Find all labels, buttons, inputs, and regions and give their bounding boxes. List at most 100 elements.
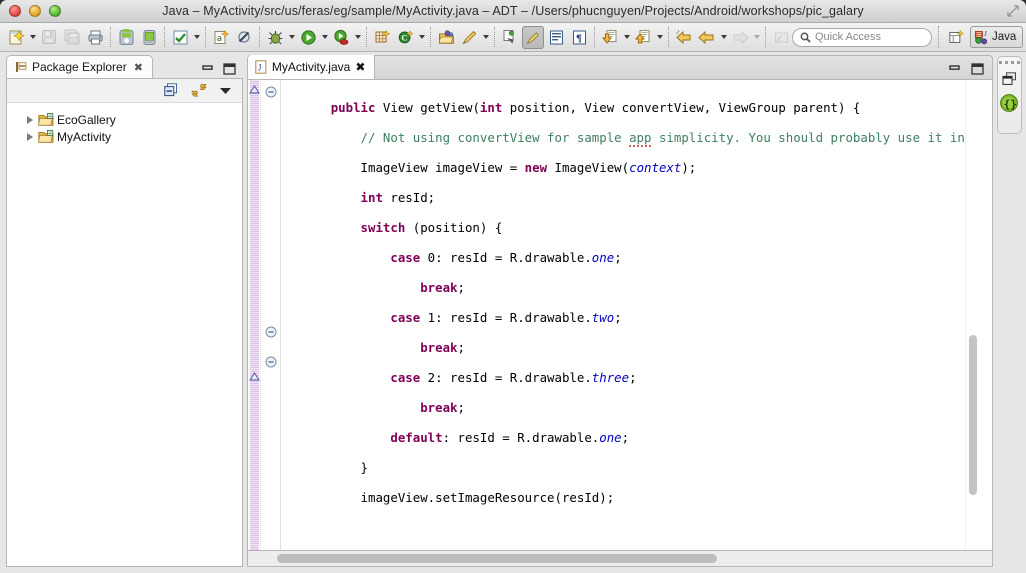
code-line: switch (position) {: [300, 220, 503, 235]
editor-tab-row: J MyActivity.java ✖: [246, 55, 993, 79]
code-line: case 1: resId = R.drawable.two;: [300, 310, 622, 325]
tab-package-explorer-label: Package Explorer: [32, 60, 127, 74]
folding-column[interactable]: [260, 80, 281, 550]
print-icon[interactable]: [84, 26, 106, 49]
view-menu-button[interactable]: [219, 86, 232, 96]
new-android-xml-file-icon[interactable]: a: [210, 26, 232, 49]
toolbar-group-markers: [169, 26, 201, 49]
fold-collapse-icon[interactable]: [265, 325, 277, 338]
close-icon[interactable]: ✖: [355, 60, 365, 74]
package-explorer-toolbar: [7, 79, 242, 103]
debug-icon[interactable]: [264, 26, 286, 49]
new-java-class-dropdown-icon[interactable]: [417, 26, 426, 48]
minimize-view-button[interactable]: [202, 64, 214, 74]
toggle-mark-occurrences-icon[interactable]: [169, 26, 191, 49]
change-ruler[interactable]: [247, 80, 261, 550]
forward-dropdown-icon[interactable]: [752, 26, 761, 48]
run-icon[interactable]: [297, 26, 319, 49]
mark-occurrences-dropdown-icon[interactable]: [192, 26, 201, 48]
source-code-area[interactable]: public View getView(int position, View c…: [280, 80, 965, 550]
title-bar: Java – MyActivity/src/us/feras/eg/sample…: [0, 0, 1026, 23]
svg-text:¶: ¶: [576, 32, 582, 44]
editor-horizontal-scrollbar[interactable]: [246, 551, 993, 567]
save-icon[interactable]: [38, 26, 60, 49]
collapse-up-marker-icon[interactable]: [249, 85, 260, 94]
debug-dropdown-icon[interactable]: [287, 26, 296, 48]
perspective-switcher: J Java: [945, 26, 1026, 49]
toggle-word-wrap-icon[interactable]: ¶: [568, 26, 590, 49]
android-virtual-device-manager-icon[interactable]: [138, 26, 160, 49]
toggle-block-selection-icon[interactable]: [522, 25, 544, 49]
collapse-up-marker-icon[interactable]: [249, 372, 260, 381]
expand-arrow-icon[interactable]: [25, 115, 35, 125]
outline-view-button[interactable]: {}: [999, 93, 1019, 113]
tree-item-ecogallery[interactable]: EcoGallery: [25, 111, 242, 128]
android-sdk-manager-icon[interactable]: [115, 26, 137, 49]
new-java-class-icon[interactable]: C: [394, 26, 416, 49]
skip-all-breakpoints-icon[interactable]: [233, 26, 255, 49]
package-explorer-view: Package Explorer ✖ EcoGallery MyActivity: [6, 55, 243, 567]
tab-myactivity-java[interactable]: J MyActivity.java ✖: [247, 55, 376, 79]
resize-corner-icon[interactable]: [1006, 4, 1020, 18]
workbench: Package Explorer ✖ EcoGallery MyActivity…: [0, 52, 1026, 573]
quick-access-input[interactable]: Quick Access: [792, 27, 932, 47]
toolbar-group-java: C: [371, 26, 426, 49]
search-icon[interactable]: [458, 26, 480, 49]
tree-item-myactivity[interactable]: MyActivity: [25, 128, 242, 145]
application-window: Java – MyActivity/src/us/feras/eg/sample…: [0, 0, 1026, 573]
zoom-button[interactable]: [49, 5, 61, 17]
drag-handle[interactable]: [998, 61, 1020, 64]
minimize-button[interactable]: [29, 5, 41, 17]
close-button[interactable]: [9, 5, 21, 17]
forward-back-icon[interactable]: [696, 26, 718, 49]
previous-annotation-icon[interactable]: [632, 26, 654, 49]
maximize-view-button[interactable]: [223, 63, 236, 75]
minimize-editor-button[interactable]: [949, 64, 961, 74]
code-line: imageView.setImageResource(resId);: [300, 490, 615, 505]
collapse-all-button[interactable]: [164, 83, 179, 98]
open-perspective-icon[interactable]: [945, 26, 967, 49]
overview-ruler[interactable]: [978, 80, 992, 550]
toolbar-group-pin: [770, 26, 792, 49]
run-dropdown-icon[interactable]: [320, 26, 329, 48]
forward-icon[interactable]: [729, 26, 751, 49]
back-icon[interactable]: [673, 26, 695, 49]
fold-collapse-icon[interactable]: [265, 85, 277, 98]
toolbar-group-annotations: [599, 26, 664, 49]
toolbar-group-run: [264, 26, 362, 49]
pin-editor-icon[interactable]: [770, 26, 792, 49]
new-wizard-dropdown-icon[interactable]: [28, 26, 37, 48]
maximize-editor-button[interactable]: [971, 63, 984, 75]
open-task-icon[interactable]: [499, 26, 521, 49]
search-dropdown-icon[interactable]: [481, 26, 490, 48]
code-line: break;: [300, 340, 465, 355]
link-with-editor-button[interactable]: [191, 83, 207, 98]
save-all-icon[interactable]: [61, 26, 83, 49]
show-whitespace-characters-icon[interactable]: [545, 26, 567, 49]
scrollbar-thumb[interactable]: [276, 554, 717, 563]
scrollbar-track[interactable]: [251, 553, 989, 564]
next-annotation-icon[interactable]: [599, 26, 621, 49]
toolbar-group-xml: a: [210, 26, 255, 49]
code-line: public View getView(int position, View c…: [300, 100, 861, 115]
run-last-tool-dropdown-icon[interactable]: [353, 26, 362, 48]
tab-package-explorer[interactable]: Package Explorer ✖: [6, 55, 153, 78]
expand-arrow-icon[interactable]: [25, 132, 35, 142]
restore-button[interactable]: [1002, 72, 1017, 86]
next-annotation-dropdown-icon[interactable]: [622, 26, 631, 48]
package-explorer-window-buttons: [202, 63, 243, 78]
open-type-icon[interactable]: [435, 26, 457, 49]
right-fast-view-bar: {}: [996, 56, 1022, 134]
run-last-tool-icon[interactable]: [330, 26, 352, 49]
back-dropdown-icon[interactable]: [719, 26, 728, 48]
perspective-java-button[interactable]: J Java: [970, 26, 1024, 48]
editor-vertical-scrollbar[interactable]: [964, 80, 979, 550]
new-wizard-icon[interactable]: [5, 26, 27, 49]
scrollbar-thumb[interactable]: [968, 335, 977, 495]
fold-collapse-icon[interactable]: [265, 355, 277, 368]
previous-annotation-dropdown-icon[interactable]: [655, 26, 664, 48]
new-java-project-icon[interactable]: [371, 26, 393, 49]
close-icon[interactable]: ✖: [134, 61, 143, 74]
java-file-icon: J: [255, 60, 267, 74]
